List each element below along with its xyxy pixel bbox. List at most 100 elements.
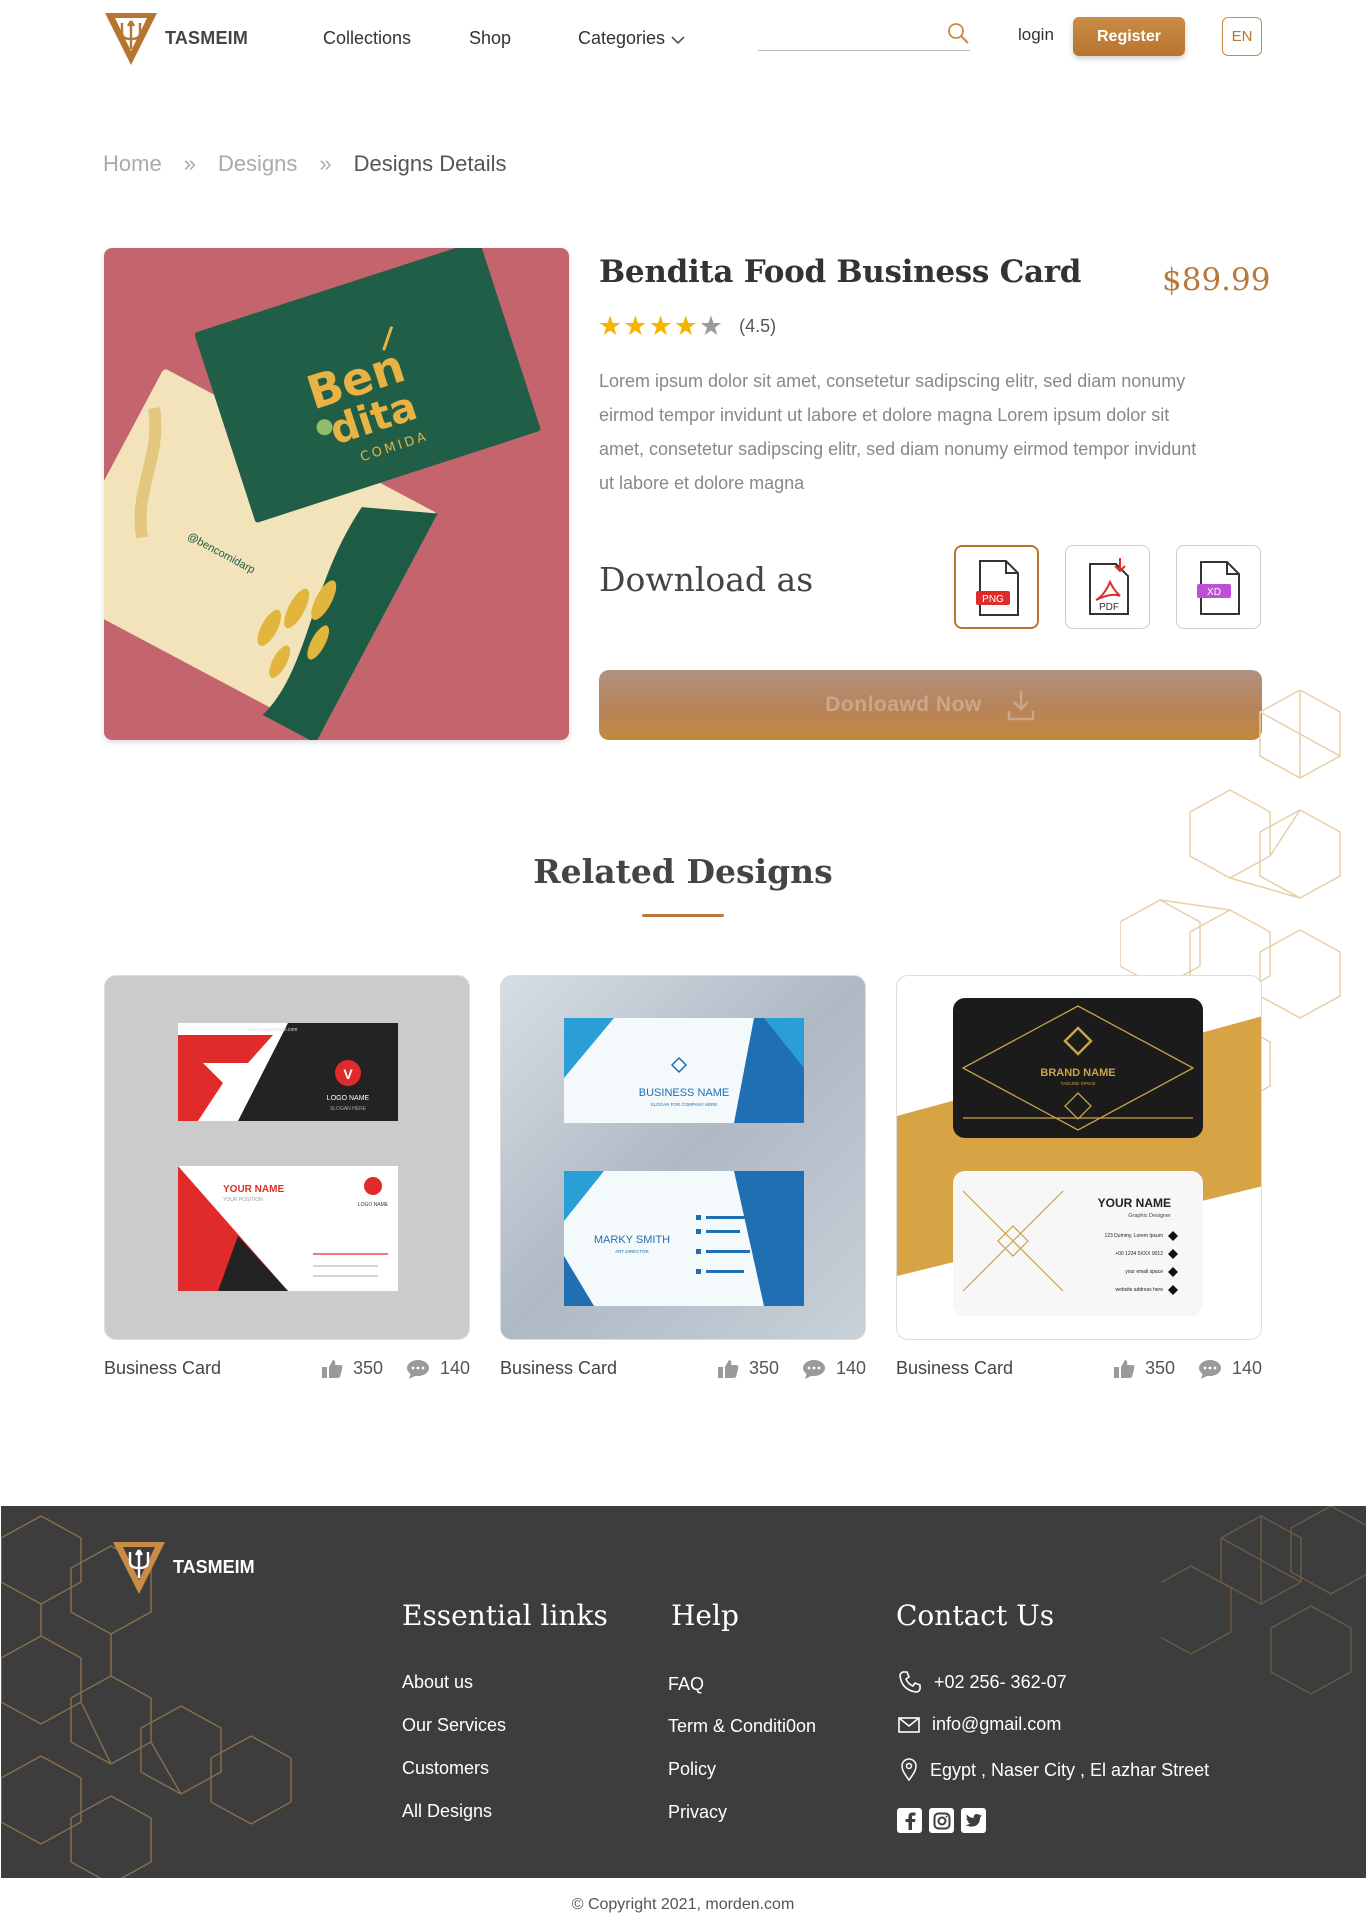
double-chevron-right-icon: »	[319, 151, 332, 176]
footer-link-all-designs[interactable]: All Designs	[402, 1801, 492, 1822]
essential-links-heading: Essential links	[402, 1599, 608, 1632]
star-icon: ★	[648, 311, 673, 341]
brand-name: TASMEIM	[165, 27, 249, 48]
footer-link-services[interactable]: Our Services	[402, 1715, 506, 1736]
card-image[interactable]: BRAND NAME TAGLINE SPACE YOUR NAME Graph…	[896, 975, 1262, 1340]
card-title[interactable]: Business Card	[500, 1358, 617, 1379]
register-button[interactable]: Register	[1073, 17, 1185, 56]
nav-categories-label: Categories	[578, 28, 666, 48]
card1-back-logo: LOGO NAME	[358, 1202, 389, 1208]
facebook-icon[interactable]	[897, 1808, 922, 1833]
card2-front-slogan: SLOGAN FOR COMPANY HERE	[651, 1102, 718, 1107]
product-image[interactable]: @bencomidarp Ben dita COMIDA	[104, 248, 569, 740]
card3-front-name: BRAND NAME	[1040, 1067, 1115, 1079]
comments[interactable]: 140	[1198, 1358, 1262, 1379]
comment-icon	[1199, 1359, 1221, 1379]
card-title[interactable]: Business Card	[896, 1358, 1013, 1379]
comment-icon	[407, 1359, 429, 1379]
star-icon: ★	[598, 311, 623, 341]
nav-collections[interactable]: Collections	[323, 28, 411, 49]
comments[interactable]: 140	[802, 1358, 866, 1379]
card-footer: Business Card 350 140	[104, 1348, 470, 1388]
contact-phone-text: +02 256- 362-07	[934, 1671, 1067, 1692]
logo[interactable]: TASMEIM	[103, 9, 248, 67]
card3-line: 123 Dummy, Lorem Ipsum	[1104, 1233, 1163, 1239]
mail-icon	[898, 1716, 920, 1733]
comment-icon	[803, 1359, 825, 1379]
likes-count: 350	[749, 1358, 780, 1378]
card-footer: Business Card 350 140	[500, 1348, 866, 1388]
contact-email[interactable]: info@gmail.com	[898, 1714, 1061, 1735]
nav-shop[interactable]: Shop	[469, 28, 511, 49]
footer: TASMEIM Essential links About us Our Ser…	[1, 1506, 1366, 1878]
card3-back-name: YOUR NAME	[1098, 1196, 1171, 1210]
comments-count: 140	[1232, 1358, 1263, 1378]
pdf-file-icon: PDF	[1089, 558, 1129, 615]
contact-address-text: Egypt , Naser City , El azhar Street	[930, 1759, 1210, 1780]
related-card: BRAND NAME TAGLINE SPACE YOUR NAME Graph…	[896, 975, 1262, 1388]
product-title: Bendita Food Business Card	[599, 254, 1082, 290]
footer-link-policy[interactable]: Policy	[668, 1759, 716, 1780]
related-card: V LOGO NAME SLOGAN HERE www.yourwebsite.…	[104, 975, 470, 1388]
format-png-button[interactable]: PNG	[954, 545, 1039, 629]
png-file-icon: PNG	[976, 560, 1019, 616]
pdf-label: PDF	[1099, 602, 1119, 613]
card1-back-position: YOUR POSITION	[223, 1197, 263, 1203]
comments-count: 140	[440, 1358, 471, 1378]
footer-logo[interactable]: TASMEIM	[111, 1538, 255, 1596]
svg-text:V: V	[343, 1066, 353, 1082]
download-as-label: Download as	[599, 560, 814, 599]
header: TASMEIM Collections Shop Categories logi…	[0, 0, 1366, 80]
breadcrumb-designs[interactable]: Designs	[218, 151, 297, 177]
card3-line: website address here	[1115, 1287, 1163, 1293]
thumbs-up-icon	[322, 1359, 343, 1378]
related-card: BUSINESS NAME SLOGAN FOR COMPANY HERE MA…	[500, 975, 866, 1388]
product-description: Lorem ipsum dolor sit amet, consetetur s…	[599, 371, 1197, 493]
download-now-label: Donloawd Now	[825, 693, 982, 716]
related-designs-title: Related Designs	[533, 852, 833, 891]
card2-back-role: ART DIRECTOR	[615, 1249, 649, 1254]
contact-address: Egypt , Naser City , El azhar Street	[900, 1758, 1209, 1782]
likes[interactable]: 350	[321, 1358, 383, 1379]
card2-front-name: BUSINESS NAME	[639, 1087, 729, 1099]
footer-link-customers[interactable]: Customers	[402, 1758, 489, 1779]
title-underline	[642, 914, 724, 917]
card1-front-site: www.yourwebsite.com	[248, 1027, 297, 1033]
nav-categories[interactable]: Categories	[578, 28, 685, 50]
card-image[interactable]: V LOGO NAME SLOGAN HERE www.yourwebsite.…	[104, 975, 470, 1340]
card3-back-role: Graphic Designer	[1128, 1213, 1171, 1219]
comments[interactable]: 140	[406, 1358, 470, 1379]
language-button[interactable]: EN	[1222, 17, 1262, 56]
trident-logo-icon	[113, 1542, 165, 1594]
copyright: © Copyright 2021, morden.com	[571, 1896, 795, 1913]
likes-count: 350	[1145, 1358, 1176, 1378]
search-bar	[758, 17, 970, 51]
rating-value: (4.5)	[739, 316, 777, 336]
instagram-icon[interactable]	[929, 1808, 954, 1833]
format-pdf-button[interactable]: PDF	[1065, 545, 1150, 629]
footer-link-privacy[interactable]: Privacy	[668, 1802, 727, 1823]
chevron-down-icon	[671, 29, 685, 50]
format-xd-button[interactable]: XD	[1176, 545, 1261, 629]
card-image[interactable]: BUSINESS NAME SLOGAN FOR COMPANY HERE MA…	[500, 975, 866, 1340]
footer-link-faq[interactable]: FAQ	[668, 1674, 704, 1695]
search-input[interactable]	[758, 17, 938, 47]
help-heading: Help	[671, 1599, 739, 1632]
likes-count: 350	[353, 1358, 384, 1378]
card1-front-slogan: SLOGAN HERE	[330, 1106, 367, 1112]
search-icon[interactable]	[946, 21, 970, 50]
breadcrumb-home[interactable]: Home	[103, 151, 162, 177]
likes[interactable]: 350	[717, 1358, 779, 1379]
card-title[interactable]: Business Card	[104, 1358, 221, 1379]
card2-back-name: MARKY SMITH	[594, 1234, 670, 1246]
card1-back-name: YOUR NAME	[223, 1184, 284, 1195]
contact-email-text: info@gmail.com	[932, 1714, 1062, 1734]
likes[interactable]: 350	[1113, 1358, 1175, 1379]
footer-link-about[interactable]: About us	[402, 1672, 473, 1693]
contact-phone[interactable]: +02 256- 362-07	[898, 1670, 1067, 1694]
twitter-icon[interactable]	[961, 1808, 986, 1833]
login-link[interactable]: login	[1018, 25, 1054, 45]
trident-logo-icon	[105, 13, 157, 65]
footer-link-terms[interactable]: Term & Conditi0on	[668, 1716, 816, 1737]
product-price: $89.99	[1162, 262, 1271, 298]
